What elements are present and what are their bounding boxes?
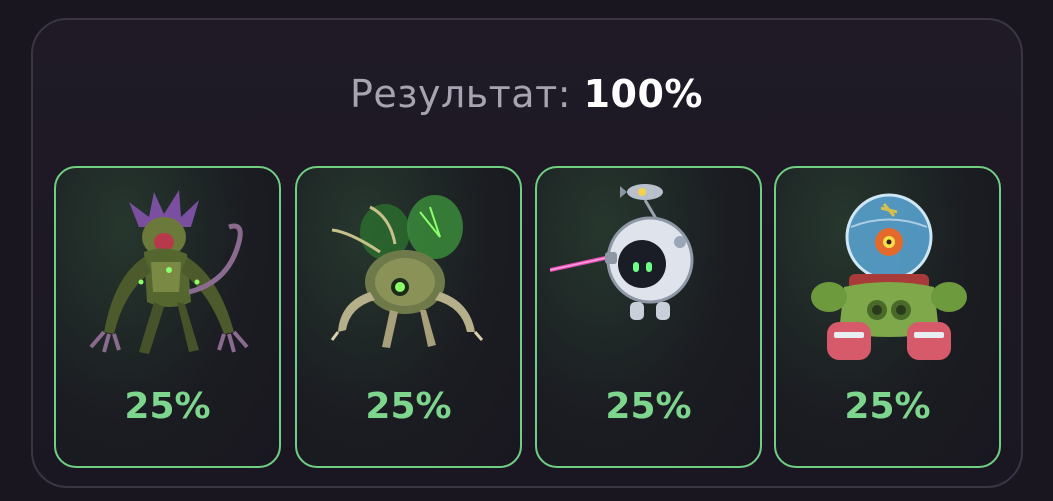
monster-card-2[interactable]: 25% bbox=[295, 166, 522, 468]
card-percent: 25% bbox=[844, 386, 931, 427]
card-percent: 25% bbox=[365, 386, 452, 427]
result-label: Результат: bbox=[349, 72, 572, 116]
card-percent: 25% bbox=[605, 386, 692, 427]
monster-card-3[interactable]: 25% bbox=[535, 166, 762, 468]
result-title: Результат: 100% bbox=[0, 72, 1053, 116]
bug-robot-icon bbox=[330, 195, 484, 348]
fishbowl-mech-icon bbox=[811, 193, 967, 360]
monster-card-4[interactable]: 25% bbox=[774, 166, 1001, 468]
result-value: 100% bbox=[583, 72, 704, 116]
mutant-creature-icon bbox=[89, 190, 249, 354]
monster-card-1[interactable]: 25% bbox=[54, 166, 281, 468]
card-row: 25% 25% 25% 25% bbox=[54, 166, 1002, 468]
orb-robot-icon bbox=[550, 184, 694, 320]
card-percent: 25% bbox=[124, 386, 211, 427]
